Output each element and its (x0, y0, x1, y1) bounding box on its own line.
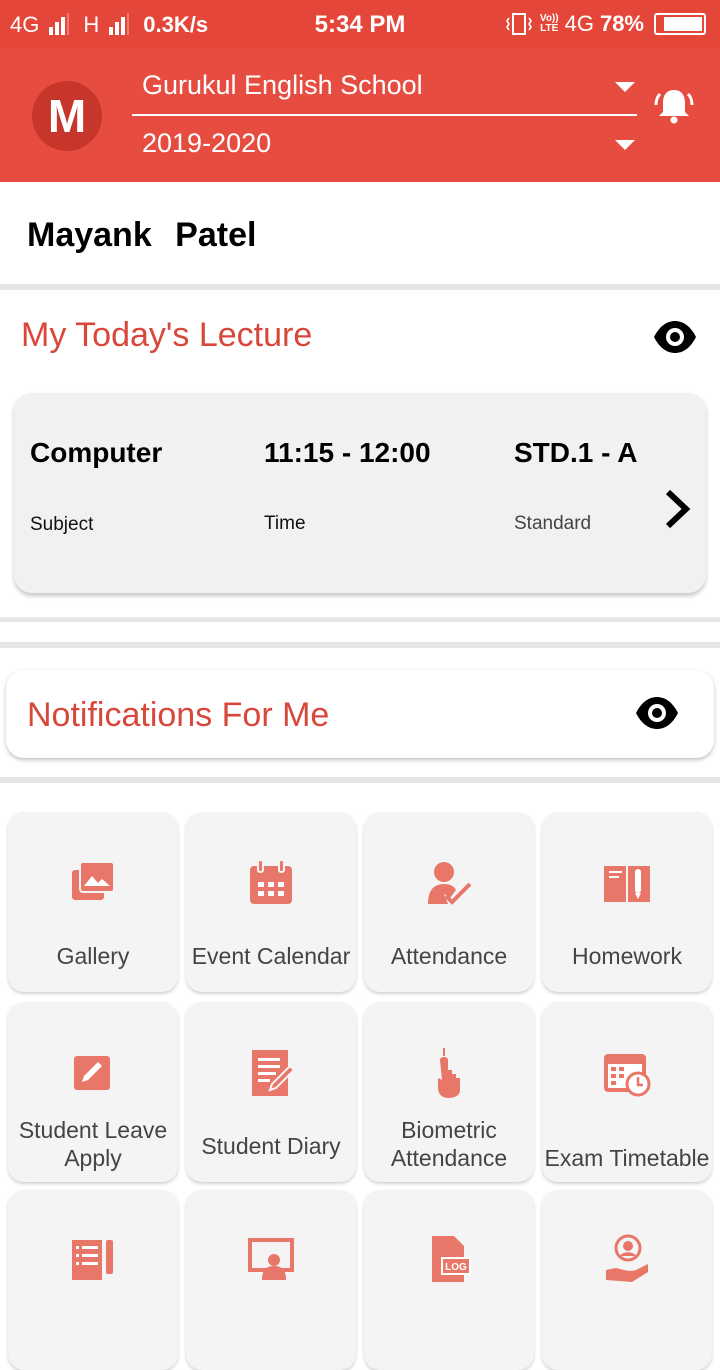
standard-value: STD.1 - A (514, 437, 638, 468)
subject-value: Computer (30, 437, 163, 468)
bell-icon[interactable] (650, 82, 698, 130)
tile-student-leave-apply[interactable]: Student Leave Apply (8, 1002, 178, 1182)
tile-label: Biometric Attendance (390, 1117, 508, 1171)
volte-bottom: LTE (540, 23, 559, 34)
lecture-card[interactable]: Computer 11:15 - 12:00 STD.1 - A Subject… (14, 393, 706, 593)
biometric-icon (438, 1048, 460, 1098)
divider (0, 777, 720, 783)
homework-icon (604, 866, 650, 902)
notifications-card[interactable]: Notifications For Me (6, 670, 714, 758)
user-name: Mayank Patel (27, 216, 257, 254)
feature-grid: Gallery Event Calendar Attendance Homewo… (0, 784, 720, 1370)
school-dropdown[interactable]: Gurukul English School (132, 70, 637, 116)
tile-homework[interactable]: Homework (542, 812, 712, 992)
tile-checklist[interactable] (8, 1190, 178, 1370)
log-file-icon: LOG (432, 1236, 471, 1282)
chevron-down-icon (615, 140, 635, 150)
user-name-row: Mayank Patel (0, 182, 720, 284)
exam-timetable-icon (604, 1054, 651, 1097)
time-value: 11:15 - 12:00 (264, 437, 431, 468)
subject-label: Subject (30, 514, 94, 535)
battery-percent: 78% (599, 11, 644, 36)
vibrate-icon (505, 13, 532, 35)
divider (0, 617, 720, 622)
tile-attendance[interactable]: Attendance (364, 812, 534, 992)
notifications-title: Notifications For Me (27, 696, 330, 734)
attendance-icon (428, 862, 472, 905)
tile-label: Attendance (390, 943, 508, 969)
calendar-icon (250, 859, 292, 904)
tile-user-support[interactable] (542, 1190, 712, 1370)
avatar[interactable]: M (32, 81, 102, 151)
academic-year: 2019-2020 (142, 128, 272, 158)
tile-label: Event Calendar (191, 943, 351, 969)
chevron-right-icon[interactable] (662, 488, 692, 530)
year-dropdown[interactable]: 2019-2020 (132, 128, 637, 168)
presentation-icon (248, 1238, 294, 1280)
user-support-icon (606, 1234, 648, 1282)
tile-label: Homework (572, 943, 682, 969)
battery-icon (654, 13, 706, 35)
divider (0, 284, 720, 290)
tile-label: Student Diary (201, 1133, 341, 1159)
tile-label: Student Leave Apply (18, 1117, 168, 1171)
divider (0, 642, 720, 648)
leave-apply-icon (74, 1056, 110, 1090)
volte-icon: Vo)) LTE (540, 14, 559, 34)
status-bar: 4G H 0.3K/s 5:34 PM Vo)) LTE 4G 78% (0, 0, 720, 48)
lecture-section-title: My Today's Lecture (21, 316, 313, 354)
tile-label: Exam Timetable (544, 1145, 710, 1171)
tile-presentation[interactable] (186, 1190, 356, 1370)
eye-icon[interactable] (652, 320, 698, 354)
checklist-icon (72, 1240, 113, 1280)
tile-gallery[interactable]: Gallery (8, 812, 178, 992)
tile-log[interactable]: LOG (364, 1190, 534, 1370)
tile-event-calendar[interactable]: Event Calendar (186, 812, 356, 992)
eye-icon[interactable] (634, 696, 680, 730)
time-label: Time (264, 513, 306, 534)
network-type-3: 4G (564, 11, 594, 36)
gallery-icon (72, 861, 115, 900)
app-header: M Gurukul English School 2019-2020 (0, 48, 720, 182)
tile-student-diary[interactable]: Student Diary (186, 1002, 356, 1182)
tile-biometric-attendance[interactable]: Biometric Attendance (364, 1002, 534, 1182)
tile-label: Gallery (56, 943, 130, 969)
tile-exam-timetable[interactable]: Exam Timetable (542, 1002, 712, 1182)
chevron-down-icon (615, 82, 635, 92)
diary-icon (252, 1050, 296, 1096)
school-name: Gurukul English School (142, 70, 423, 100)
svg-text:LOG: LOG (445, 1262, 467, 1273)
standard-label: Standard (514, 513, 592, 534)
